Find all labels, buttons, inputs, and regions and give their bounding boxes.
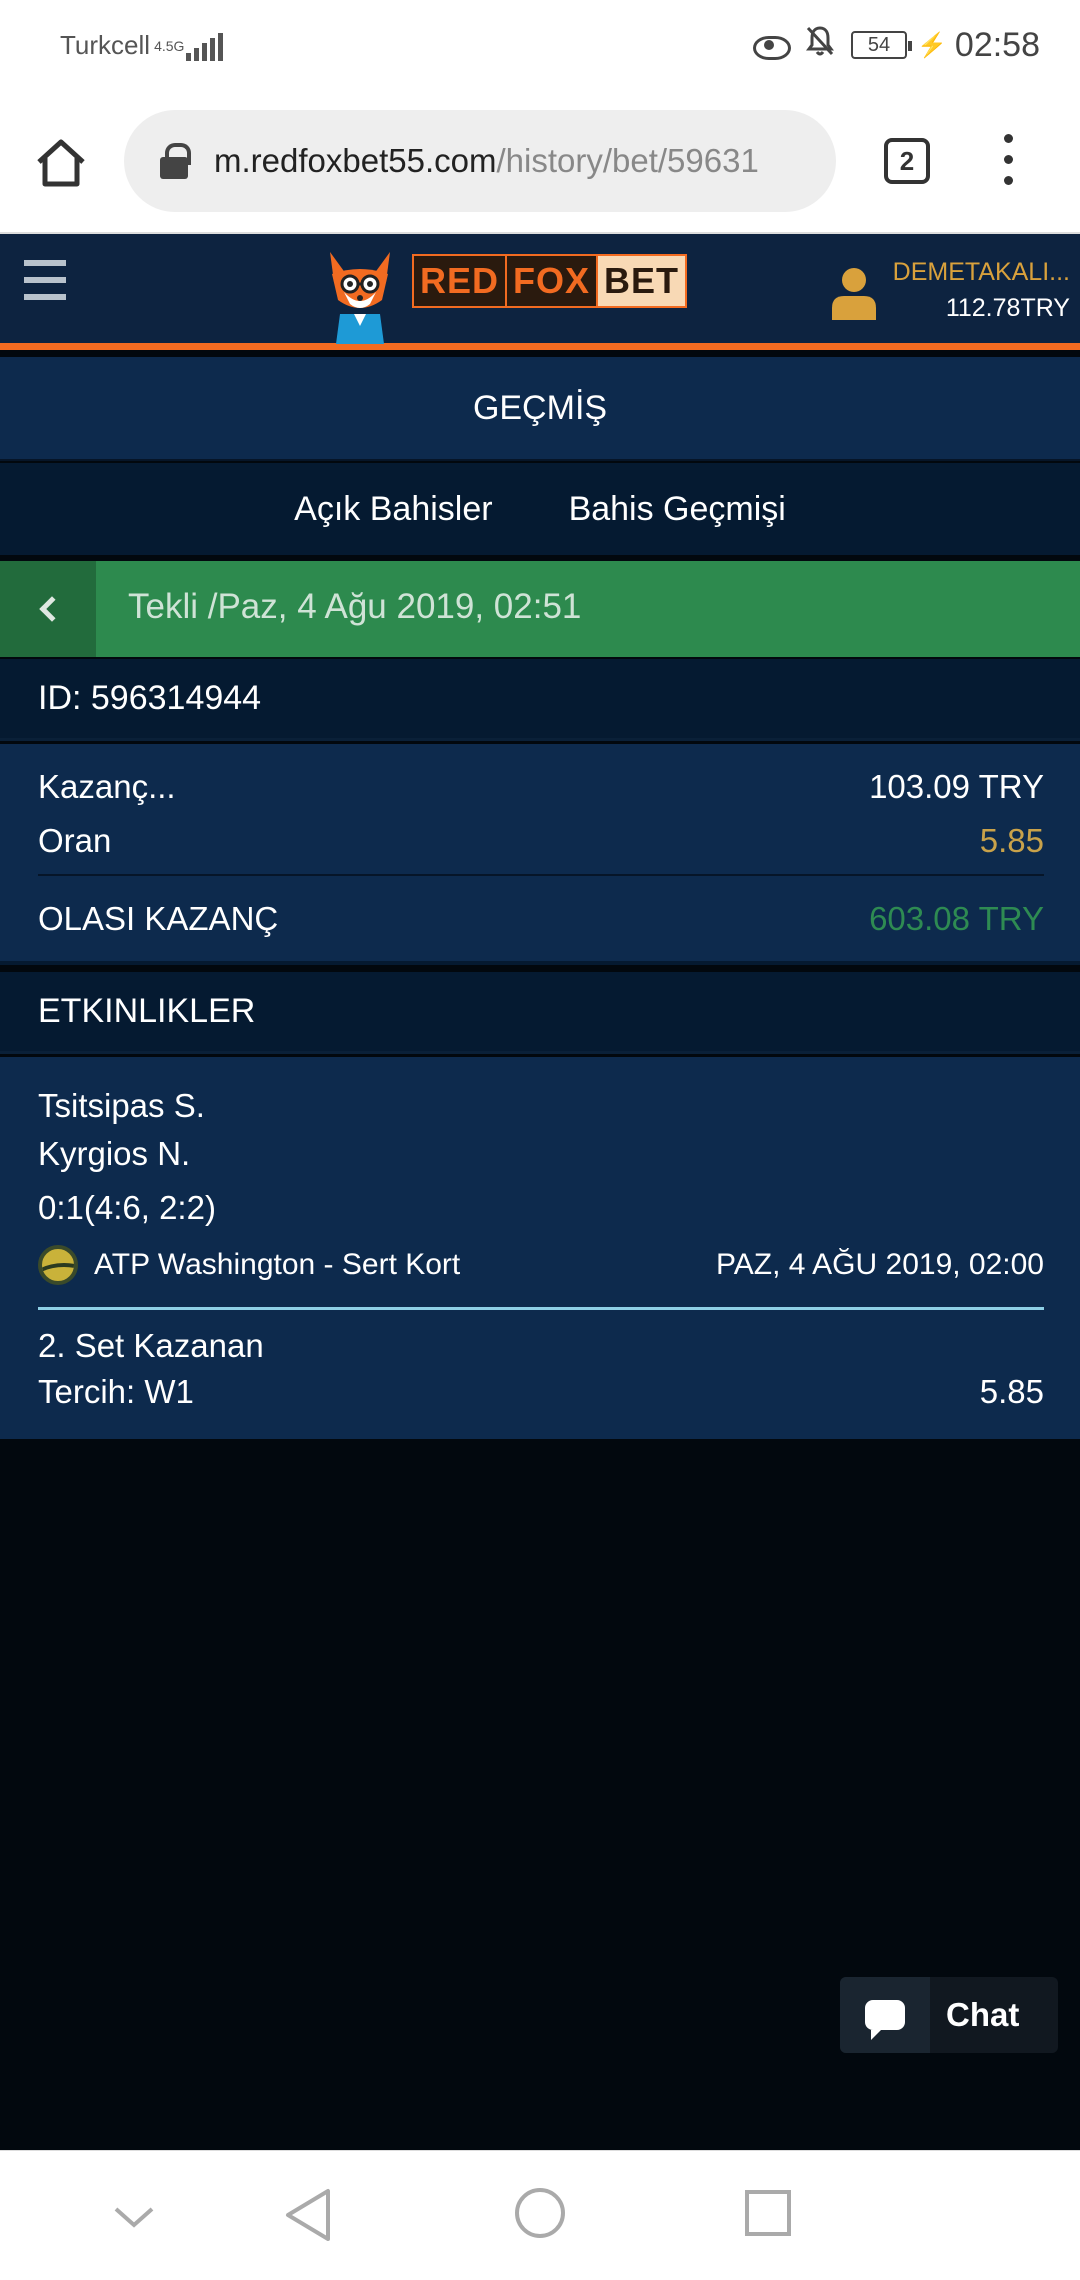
balance: 112.78TRY — [945, 294, 1070, 322]
page-title: GEÇMİŞ — [0, 357, 1080, 461]
logo-word-fox: FOX — [507, 254, 597, 308]
url-domain: m.redfoxbet55.com — [214, 142, 497, 179]
player-one: Tsitsipas S. — [38, 1087, 205, 1124]
event-odds: 5.85 — [979, 1373, 1044, 1410]
url-text: m.redfoxbet55.com/history/bet/59631 — [214, 142, 759, 180]
stake-label: Kazanç... — [38, 768, 176, 805]
username[interactable]: DEMETAKALI... — [893, 258, 1070, 287]
tennis-ball-icon — [38, 1245, 78, 1285]
bet-header: Tekli /Paz, 4 Ağu 2019, 02:51 — [0, 561, 1080, 657]
user-icon[interactable] — [830, 264, 878, 320]
chat-button[interactable]: Chat — [840, 1977, 1058, 2053]
site-logo[interactable]: RED FOX BET — [320, 244, 688, 344]
back-button[interactable] — [0, 561, 96, 657]
clock: 02:58 — [954, 25, 1040, 64]
lock-icon — [160, 143, 191, 179]
tab-open-bets[interactable]: Açık Bahisler — [294, 490, 492, 529]
battery-icon: 54 — [851, 31, 913, 59]
tournament-name: ATP Washington - Sert Kort — [94, 1248, 461, 1281]
status-bar: Turkcell 4.5G 54 ⚡ 02:58 — [0, 0, 1080, 90]
status-icons: 54 ⚡ 02:58 — [753, 22, 1040, 68]
logo-word-bet: BET — [596, 254, 688, 308]
signal-icon — [186, 31, 226, 61]
hamburger-icon[interactable] — [24, 260, 66, 300]
url-bar[interactable]: m.redfoxbet55.com/history/bet/59631 — [124, 110, 836, 212]
event-card: Tsitsipas S. Kyrgios N. 0:1(4:6, 2:2) AT… — [0, 1057, 1080, 1439]
system-nav-bar — [0, 2150, 1080, 2280]
home-circle-icon[interactable] — [514, 2187, 566, 2239]
logo-text: RED FOX BET — [412, 254, 688, 308]
event-divider — [38, 1307, 1044, 1310]
potential-win-value: 603.08 TRY — [869, 900, 1044, 937]
selection: Tercih: W1 — [38, 1373, 194, 1410]
browser-toolbar: m.redfoxbet55.com/history/bet/59631 2 — [0, 90, 1080, 234]
back-chevron-icon — [39, 596, 65, 622]
more-vert-icon[interactable] — [1000, 134, 1016, 188]
chat-label: Chat — [946, 1996, 1020, 2033]
bell-off-icon — [805, 25, 835, 65]
eye-icon — [753, 34, 792, 60]
tab-bet-history[interactable]: Bahis Geçmişi — [569, 490, 786, 529]
bet-id: ID: 596314944 — [0, 659, 1080, 741]
stake-row: Kazanç... 103.09 TRY — [38, 768, 1044, 806]
tournament-row: ATP Washington - Sert Kort PAZ, 4 AĞU 20… — [38, 1243, 1044, 1287]
stake-value: 103.09 TRY — [869, 768, 1044, 805]
charging-icon: ⚡ — [917, 31, 947, 59]
home-icon[interactable] — [34, 136, 88, 190]
match-score: 0:1(4:6, 2:2) — [38, 1189, 216, 1226]
fox-mascot-icon — [330, 252, 390, 344]
event-date: PAZ, 4 AĞU 2019, 02:00 — [716, 1248, 1044, 1281]
bet-title: Tekli /Paz, 4 Ağu 2019, 02:51 — [128, 587, 582, 626]
odds-row: Oran 5.85 — [38, 822, 1044, 860]
market-name: 2. Set Kazanan — [38, 1327, 264, 1364]
chat-icon — [865, 2000, 905, 2040]
odds-value: 5.85 — [979, 822, 1044, 859]
site-header: RED FOX BET DEMETAKALI... 112.78TRY — [0, 234, 1080, 350]
potential-win-label: OLASI KAZANÇ — [38, 900, 279, 937]
odds-label: Oran — [38, 822, 112, 859]
back-triangle-icon[interactable] — [284, 2187, 332, 2243]
history-tabs: Açık Bahisler Bahis Geçmişi — [0, 463, 1080, 555]
carrier-info: Turkcell 4.5G — [60, 30, 226, 61]
collapse-chevron-icon[interactable] — [112, 2203, 156, 2231]
potential-win-row: OLASI KAZANÇ 603.08 TRY — [38, 900, 1044, 938]
tabs-icon[interactable]: 2 — [884, 138, 930, 184]
recents-square-icon[interactable] — [744, 2189, 792, 2237]
url-path: /history/bet/59631 — [496, 142, 759, 179]
tab-count: 2 — [899, 145, 915, 176]
carrier-name: Turkcell — [60, 30, 151, 60]
summary-divider — [38, 874, 1044, 876]
events-heading: ETKINLIKLER — [0, 972, 1080, 1054]
player-two: Kyrgios N. — [38, 1135, 191, 1172]
chat-icon-container — [840, 1977, 930, 2053]
network-type: 4.5G — [154, 37, 185, 54]
bet-summary: Kazanç... 103.09 TRY Oran 5.85 OLASI KAZ… — [0, 744, 1080, 965]
battery-level: 54 — [867, 33, 891, 56]
logo-word-red: RED — [412, 254, 508, 308]
